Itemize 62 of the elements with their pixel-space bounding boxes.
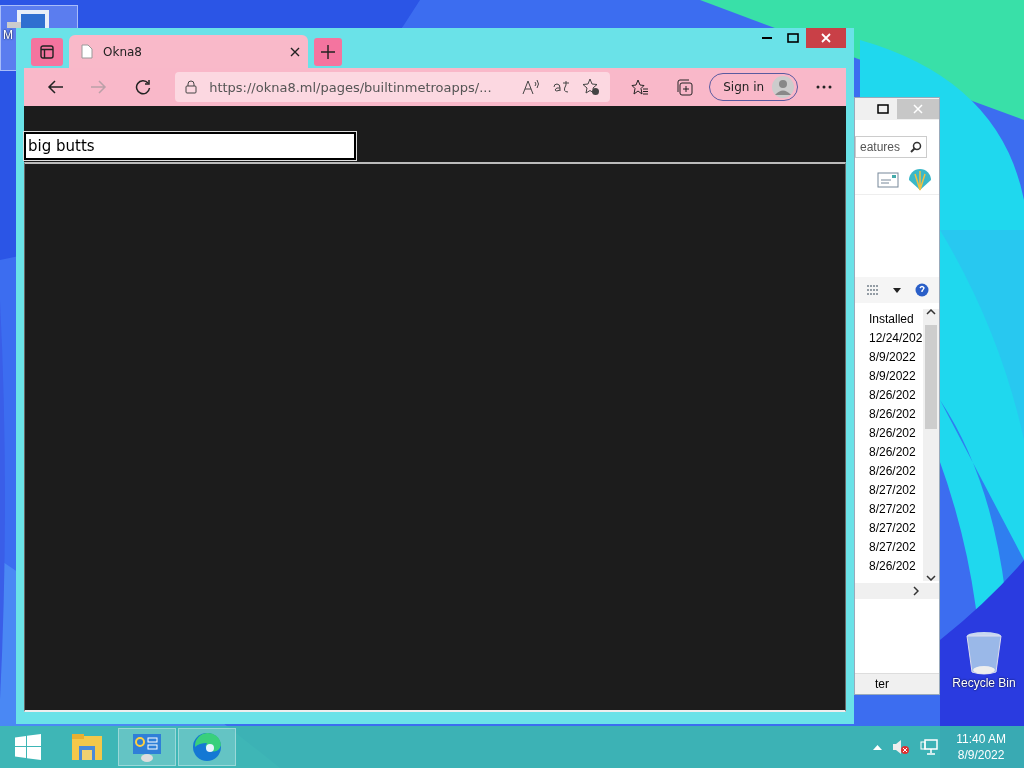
tab-actions-icon <box>40 45 54 59</box>
start-icon[interactable] <box>15 734 41 760</box>
maximize-icon[interactable] <box>875 102 891 116</box>
favorites-icon[interactable] <box>631 78 650 96</box>
card-icon[interactable] <box>877 172 899 188</box>
status-text: ter <box>875 677 889 691</box>
table-cell-text: 8/26/202 <box>869 558 917 575</box>
view-icon[interactable] <box>867 285 879 295</box>
table-cell-text: 8/26/202 <box>869 463 917 480</box>
page-icon <box>81 44 93 59</box>
caret-up-icon[interactable] <box>873 744 883 750</box>
recycle-bin-icon[interactable] <box>964 630 1004 676</box>
plus-icon <box>320 44 336 60</box>
collections-icon[interactable] <box>675 78 694 96</box>
new-tab-button[interactable] <box>314 38 342 66</box>
table-cell-text: 8/26/202 <box>869 406 917 423</box>
table-cell-text: 8/9/2022 <box>869 349 917 366</box>
help-icon[interactable] <box>915 283 929 297</box>
dropdown-caret-icon[interactable] <box>893 287 901 293</box>
browser-tab[interactable]: Okna8 <box>69 35 308 68</box>
maximize-icon <box>787 33 799 43</box>
lock-icon[interactable] <box>185 80 198 94</box>
search-icon <box>910 141 922 153</box>
speaker-muted-icon[interactable] <box>892 739 911 755</box>
table-cell-text: 8/27/202 <box>869 482 917 499</box>
address-field[interactable]: https://okna8.ml/pages/builtinmetroapps/... <box>175 72 610 102</box>
more-icon[interactable] <box>816 85 833 89</box>
table-cell-text: 8/27/202 <box>869 539 917 556</box>
minimize-icon <box>762 36 772 40</box>
table-cell-text: 8/26/202 <box>869 387 917 404</box>
refresh-icon <box>134 79 152 95</box>
avatar-icon <box>772 76 795 98</box>
table-cell-text: 12/24/202 <box>869 330 923 347</box>
control-panel-icon[interactable] <box>131 731 163 763</box>
taskbar-button[interactable] <box>178 728 236 766</box>
search-field[interactable]: eatures <box>855 136 927 158</box>
table-cell-text: 8/27/202 <box>869 520 917 537</box>
scroll-up-icon[interactable] <box>926 309 936 315</box>
read-aloud-icon[interactable] <box>521 79 540 95</box>
translate-icon[interactable] <box>551 80 570 94</box>
table-cell-text: 8/9/2022 <box>869 368 917 385</box>
add-favorite-icon[interactable] <box>581 78 600 96</box>
back-icon <box>47 79 65 95</box>
table-cell-text: 8/26/202 <box>869 444 917 461</box>
close-icon <box>821 33 831 43</box>
table-cell-text: 8/27/202 <box>869 501 917 518</box>
table-cell-text: 8/26/202 <box>869 425 917 442</box>
close-button[interactable] <box>806 28 846 48</box>
desktop-icon-label: M <box>3 28 13 42</box>
column-header[interactable]: Installed <box>869 309 923 329</box>
forward-icon <box>91 79 109 95</box>
scroll-right-icon[interactable] <box>913 586 919 596</box>
horizontal-scrollbar[interactable] <box>855 583 939 599</box>
taskbar-button[interactable] <box>118 728 176 766</box>
desktop-icon-label: Recycle Bin <box>952 676 1016 690</box>
scroll-down-icon[interactable] <box>926 575 936 581</box>
close-icon[interactable] <box>290 46 300 57</box>
close-icon <box>913 104 923 114</box>
text-field[interactable]: big butts <box>24 132 356 160</box>
edge-icon[interactable] <box>191 731 223 763</box>
tab-actions-button[interactable] <box>31 38 63 66</box>
scrollbar[interactable] <box>923 309 939 581</box>
